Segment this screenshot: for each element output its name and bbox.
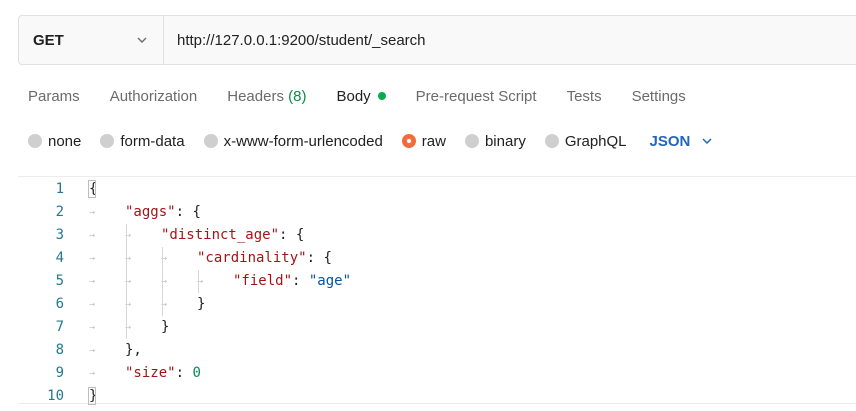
- chevron-down-icon: [702, 138, 712, 145]
- body-type-label: none: [48, 132, 82, 150]
- radio-icon: [203, 134, 218, 148]
- tab-settings[interactable]: Settings: [632, 88, 686, 105]
- tab-whitespace-icon: →: [89, 322, 96, 333]
- editor-line: 2 → "aggs": {: [18, 201, 856, 224]
- line-number: 8: [55, 342, 64, 358]
- editor-line: 3 → → "distinct_age": {: [18, 224, 856, 247]
- indent-guide: [126, 293, 127, 316]
- tab-pre-request-script[interactable]: Pre-request Script: [416, 88, 537, 105]
- tab-headers-label: Headers: [227, 87, 284, 105]
- code-text: "cardinality": {: [197, 250, 332, 266]
- indent-guide: [126, 247, 127, 270]
- method-select[interactable]: GET: [19, 16, 164, 64]
- code-text: "distinct_age": {: [161, 227, 305, 243]
- body-type-label: GraphQL: [564, 132, 627, 150]
- line-number: 5: [55, 273, 64, 289]
- body-type-label: x-www-form-urlencoded: [223, 132, 383, 150]
- tab-body-label: Body: [336, 87, 371, 105]
- radio-selected-icon: [401, 134, 416, 148]
- tab-params[interactable]: Params: [28, 88, 80, 105]
- code-text: "field": "age": [233, 273, 352, 289]
- editor-line: 1{: [18, 178, 856, 201]
- body-type-raw[interactable]: raw: [401, 132, 446, 150]
- tab-whitespace-icon: →: [89, 345, 96, 356]
- radio-icon: [100, 134, 115, 148]
- line-number: 7: [55, 319, 64, 335]
- code-text: }: [197, 296, 206, 312]
- request-tabs: Params Authorization Headers (8) Body Pr…: [28, 86, 716, 106]
- language-select[interactable]: JSON: [650, 133, 715, 150]
- tab-whitespace-icon: →: [89, 276, 96, 287]
- body-type-binary[interactable]: binary: [464, 132, 526, 150]
- body-type-label: raw: [421, 132, 446, 150]
- indent-guide: [198, 270, 199, 293]
- indent-guide: [162, 247, 163, 270]
- line-number: 6: [55, 296, 64, 312]
- headers-count-badge: (8): [288, 87, 307, 105]
- tab-headers[interactable]: Headers (8): [227, 88, 306, 105]
- body-modified-dot-icon: [377, 91, 386, 100]
- line-number: 9: [55, 365, 64, 381]
- editor-line: 7 → →}: [18, 316, 856, 339]
- indent-guide: [162, 270, 163, 293]
- code-text: "aggs": {: [125, 204, 201, 220]
- indent-guide: [126, 224, 127, 247]
- tab-tests[interactable]: Tests: [567, 88, 602, 105]
- bracket-match-highlight: [88, 180, 96, 198]
- editor-line: 4 → → → "cardinality": {: [18, 247, 856, 270]
- line-number: 10: [47, 388, 64, 404]
- indent-guide: [126, 316, 127, 339]
- line-number: 1: [55, 181, 64, 197]
- tab-authorization[interactable]: Authorization: [110, 88, 198, 105]
- code-text: },: [125, 342, 142, 358]
- tab-whitespace-icon: →: [89, 299, 96, 310]
- body-type-form-data[interactable]: form-data: [100, 132, 185, 150]
- language-label: JSON: [649, 132, 691, 150]
- body-type-label: binary: [484, 132, 526, 150]
- tab-body[interactable]: Body: [336, 87, 386, 105]
- editor-line: 8 →},: [18, 339, 856, 362]
- editor-line: 10}: [18, 385, 856, 408]
- line-number: 3: [55, 227, 64, 243]
- editor-line: 9 → "size": 0: [18, 362, 856, 385]
- tab-whitespace-icon: →: [89, 207, 96, 218]
- radio-icon: [544, 134, 559, 148]
- tab-whitespace-icon: →: [89, 368, 96, 379]
- body-type-label: form-data: [120, 132, 185, 150]
- body-type-none[interactable]: none: [28, 133, 81, 150]
- code-editor[interactable]: 1{ 2 → "aggs": { 3 → → "distinct_age": { 4 → → → "ca…: [18, 176, 856, 405]
- editor-line: 5 → → → → "field": "age": [18, 270, 856, 293]
- body-type-options: none form-data x-www-form-urlencoded raw…: [28, 131, 714, 151]
- indent-guide: [162, 293, 163, 316]
- radio-icon: [28, 134, 42, 148]
- bracket-match-highlight: [88, 387, 96, 405]
- body-type-urlencoded[interactable]: x-www-form-urlencoded: [203, 132, 383, 150]
- radio-icon: [464, 134, 479, 148]
- method-label: GET: [33, 31, 64, 49]
- indent-guide: [126, 270, 127, 293]
- tab-whitespace-icon: →: [89, 230, 96, 241]
- tab-whitespace-icon: →: [89, 253, 96, 264]
- line-number: 2: [55, 204, 64, 220]
- request-url-bar: GET: [18, 15, 856, 65]
- editor-line: 6 → → →}: [18, 293, 856, 316]
- line-number: 4: [55, 250, 64, 266]
- code-text: }: [161, 319, 170, 335]
- body-type-graphql[interactable]: GraphQL: [544, 132, 627, 150]
- url-input[interactable]: [164, 15, 856, 65]
- chevron-down-icon: [137, 37, 147, 43]
- code-text: "size": 0: [125, 365, 201, 381]
